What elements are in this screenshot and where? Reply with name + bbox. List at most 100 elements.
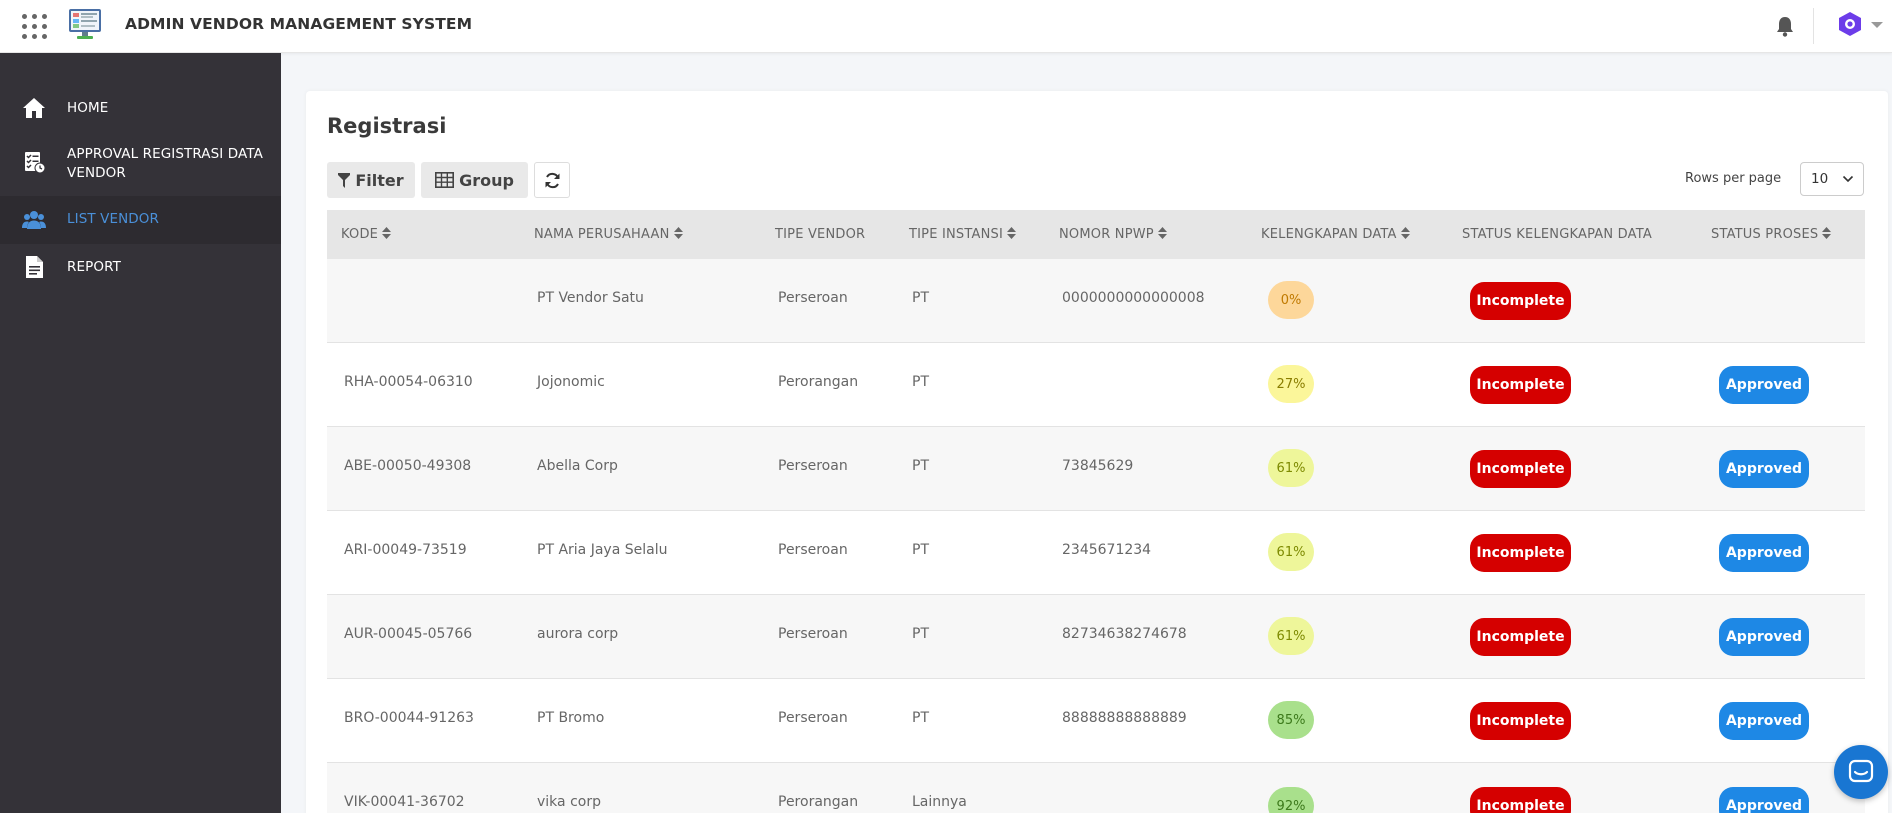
completeness-badge: 61% — [1268, 617, 1314, 655]
cell-kode: ABE-00050-49308 — [344, 458, 472, 474]
apps-grid-icon[interactable] — [22, 14, 47, 39]
cell-nama: Abella Corp — [537, 458, 618, 474]
status-badge-approved[interactable]: Approved — [1719, 787, 1809, 813]
sidebar-item-label-line2: VENDOR — [67, 165, 126, 181]
cell-npwp: 82734638274678 — [1062, 626, 1187, 642]
completeness-badge: 27% — [1268, 365, 1314, 403]
rows-per-page-value: 10 — [1811, 171, 1829, 187]
sort-icon — [1822, 227, 1832, 239]
status-badge-incomplete[interactable]: Incomplete — [1470, 534, 1571, 572]
filter-pin-icon — [338, 172, 351, 188]
table-row[interactable]: ABE-00050-49308 Abella Corp Perseroan PT… — [327, 427, 1865, 511]
status-badge-approved[interactable]: Approved — [1719, 618, 1809, 656]
document-icon — [26, 256, 43, 278]
column-header-kelengkapan-data[interactable]: KELENGKAPAN DATA — [1261, 227, 1410, 242]
sidebar-item-approval[interactable]: APPROVAL REGISTRASI DATA VENDOR — [0, 137, 281, 191]
group-button-label: Group — [459, 170, 514, 190]
table-row[interactable]: RHA-00054-06310 Jojonomic Perorangan PT … — [327, 343, 1865, 427]
table-row[interactable]: ARI-00049-73519 PT Aria Jaya Selalu Pers… — [327, 511, 1865, 595]
cell-npwp: 2345671234 — [1062, 542, 1152, 558]
status-badge-incomplete[interactable]: Incomplete — [1470, 618, 1571, 656]
cell-kode: VIK-00041-36702 — [344, 794, 465, 810]
column-header-nama-perusahaan[interactable]: NAMA PERUSAHAAN — [534, 227, 683, 242]
cell-npwp: 73845629 — [1062, 458, 1134, 474]
cell-nama: vika corp — [537, 794, 601, 810]
sidebar-item-home[interactable]: HOME — [0, 89, 281, 127]
cell-kode: AUR-00045-05766 — [344, 626, 473, 642]
sort-icon — [1157, 227, 1167, 239]
sidebar-item-label: HOME — [67, 100, 109, 116]
sort-icon — [382, 227, 392, 239]
cell-tipe-vendor: Perseroan — [778, 542, 848, 558]
sidebar-item-label: REPORT — [67, 259, 121, 275]
cell-tipe-instansi: PT — [912, 458, 929, 474]
cell-tipe-vendor: Perorangan — [778, 794, 859, 810]
rows-per-page-select[interactable]: 10 — [1800, 162, 1864, 196]
cell-nama: PT Aria Jaya Selalu — [537, 542, 668, 558]
filter-button[interactable]: Filter — [327, 162, 415, 198]
cell-tipe-instansi: PT — [912, 542, 929, 558]
cell-tipe-instansi: PT — [912, 374, 929, 390]
refresh-icon — [545, 172, 559, 188]
table-row[interactable]: PT Vendor Satu Perseroan PT 000000000000… — [327, 259, 1865, 343]
cell-nama: PT Bromo — [537, 710, 605, 726]
cell-tipe-instansi: PT — [912, 710, 929, 726]
sidebar-item-report[interactable]: REPORT — [0, 248, 281, 286]
chat-icon — [1848, 759, 1874, 783]
cell-tipe-instansi: Lainnya — [912, 794, 967, 810]
home-icon — [23, 98, 45, 118]
status-badge-approved[interactable]: Approved — [1719, 702, 1809, 740]
chevron-down-icon[interactable] — [1871, 22, 1883, 28]
status-badge-incomplete[interactable]: Incomplete — [1470, 450, 1571, 488]
sidebar-item-label-line1: APPROVAL REGISTRASI DATA — [67, 146, 263, 162]
group-button[interactable]: Group — [421, 162, 528, 198]
checklist-icon — [25, 152, 46, 174]
column-header-tipe-instansi[interactable]: TIPE INSTANSI — [909, 227, 1017, 242]
chat-launcher-button[interactable] — [1834, 745, 1888, 799]
column-header-status-kelengkapan: STATUS KELENGKAPAN DATA — [1462, 227, 1652, 242]
cell-npwp: 0000000000000008 — [1062, 290, 1205, 306]
cell-nama: Jojonomic — [537, 374, 605, 390]
cell-npwp: 88888888888889 — [1062, 710, 1187, 726]
table-header: KODE NAMA PERUSAHAAN TIPE VENDOR TIPE IN… — [327, 210, 1865, 259]
filter-button-label: Filter — [355, 170, 404, 190]
cell-tipe-vendor: Perseroan — [778, 710, 848, 726]
cell-kode: ARI-00049-73519 — [344, 542, 467, 558]
column-header-tipe-vendor: TIPE VENDOR — [775, 227, 866, 242]
status-badge-incomplete[interactable]: Incomplete — [1470, 282, 1571, 320]
cell-tipe-instansi: PT — [912, 626, 929, 642]
chevron-down-icon — [1842, 175, 1854, 183]
sidebar-item-list-vendor[interactable]: LIST VENDOR — [0, 196, 281, 244]
status-badge-incomplete[interactable]: Incomplete — [1470, 702, 1571, 740]
table-row[interactable]: VIK-00041-36702 vika corp Perorangan Lai… — [327, 763, 1865, 813]
status-badge-incomplete[interactable]: Incomplete — [1470, 366, 1571, 404]
topbar-divider — [1813, 8, 1814, 44]
status-badge-approved[interactable]: Approved — [1719, 450, 1809, 488]
top-bar: ADMIN VENDOR MANAGEMENT SYSTEM — [0, 0, 1892, 53]
column-header-status-proses[interactable]: STATUS PROSES — [1711, 227, 1832, 242]
cell-tipe-vendor: Perorangan — [778, 374, 859, 390]
completeness-badge: 0% — [1268, 281, 1314, 319]
notification-bell-icon[interactable] — [1775, 15, 1795, 37]
column-header-kode[interactable]: KODE — [341, 227, 392, 242]
cell-tipe-vendor: Perseroan — [778, 458, 848, 474]
cell-tipe-instansi: PT — [912, 290, 929, 306]
cell-tipe-vendor: Perseroan — [778, 626, 848, 642]
table-grid-icon — [435, 172, 455, 188]
column-header-nomor-npwp[interactable]: NOMOR NPWP — [1059, 227, 1167, 242]
user-avatar[interactable] — [1837, 11, 1863, 37]
completeness-badge: 85% — [1268, 701, 1314, 739]
table-row[interactable]: AUR-00045-05766 aurora corp Perseroan PT… — [327, 595, 1865, 679]
table-row[interactable]: BRO-00044-91263 PT Bromo Perseroan PT 88… — [327, 679, 1865, 763]
page-title: Registrasi — [327, 114, 447, 138]
cell-tipe-vendor: Perseroan — [778, 290, 848, 306]
sidebar-item-label: APPROVAL REGISTRASI DATA VENDOR — [67, 145, 263, 183]
users-icon — [22, 211, 46, 229]
cell-nama: PT Vendor Satu — [537, 290, 644, 306]
status-badge-incomplete[interactable]: Incomplete — [1470, 787, 1571, 813]
monitor-logo-icon — [69, 9, 101, 39]
status-badge-approved[interactable]: Approved — [1719, 534, 1809, 572]
status-badge-approved[interactable]: Approved — [1719, 366, 1809, 404]
cell-nama: aurora corp — [537, 626, 619, 642]
refresh-button[interactable] — [534, 162, 570, 198]
